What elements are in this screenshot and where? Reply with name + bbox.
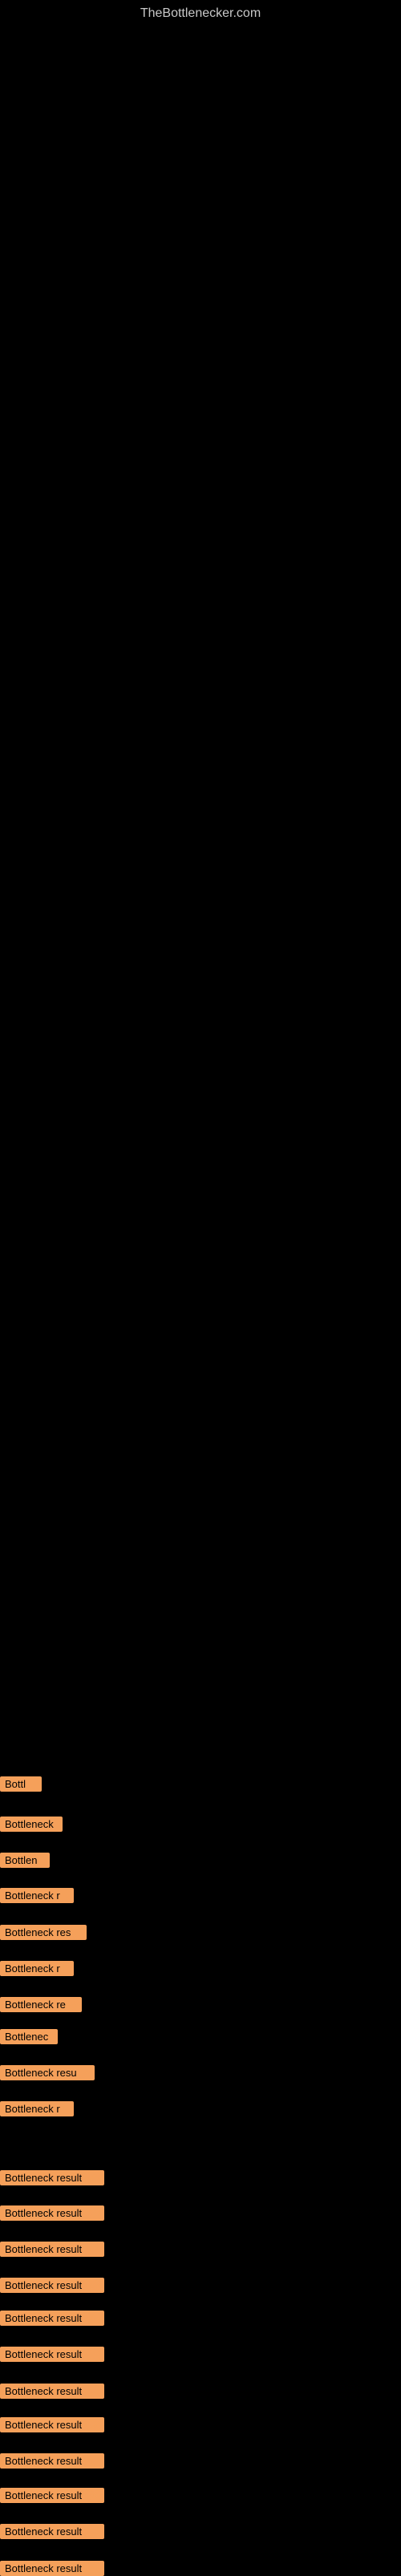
bottleneck-result-item: Bottleneck result (0, 2205, 104, 2221)
bottleneck-result-item: Bottleneck result (0, 2311, 104, 2326)
bottleneck-result-item: Bottleneck result (0, 2524, 104, 2539)
bottleneck-result-item: Bottlenec (0, 2029, 58, 2044)
bottleneck-result-item: Bottleneck r (0, 2101, 74, 2116)
bottleneck-result-item: Bottlen (0, 1853, 50, 1868)
bottleneck-result-item: Bottleneck result (0, 2384, 104, 2399)
bottleneck-result-item: Bottleneck result (0, 2242, 104, 2257)
bottleneck-result-item: Bottleneck result (0, 2453, 104, 2469)
site-title: TheBottlenecker.com (0, 0, 401, 21)
bottleneck-result-item: Bottleneck result (0, 2170, 104, 2185)
bottleneck-result-item: Bottleneck r (0, 1961, 74, 1976)
bottleneck-result-item: Bottleneck (0, 1817, 63, 1832)
bottleneck-result-item: Bottleneck result (0, 2561, 104, 2576)
bottleneck-result-item: Bottleneck result (0, 2347, 104, 2362)
bottleneck-result-item: Bottleneck res (0, 1925, 87, 1940)
bottleneck-result-item: Bottleneck re (0, 1997, 82, 2012)
bottleneck-result-item: Bottleneck r (0, 1888, 74, 1903)
bottleneck-result-item: Bottleneck result (0, 2488, 104, 2503)
bottleneck-result-item: Bottleneck resu (0, 2065, 95, 2080)
bottleneck-result-item: Bottl (0, 1776, 42, 1792)
bottleneck-result-item: Bottleneck result (0, 2417, 104, 2432)
bottleneck-result-item: Bottleneck result (0, 2278, 104, 2293)
